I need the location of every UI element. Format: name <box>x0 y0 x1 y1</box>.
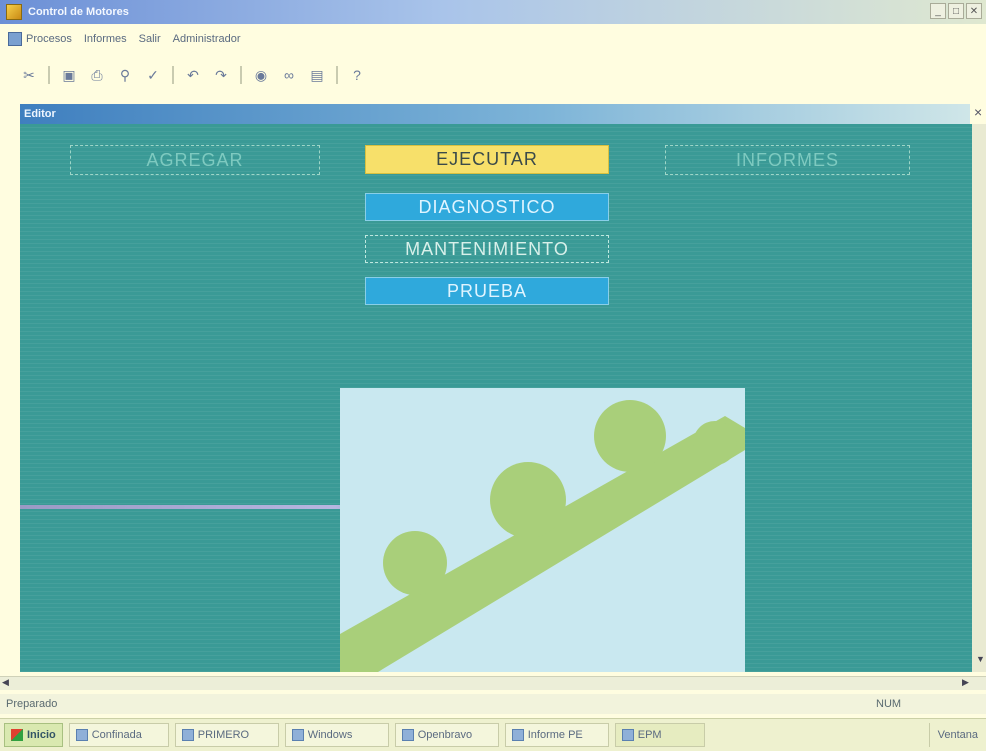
leaf-circle-4 <box>693 421 737 465</box>
menu-salir[interactable]: Salir <box>139 33 161 45</box>
prueba-button[interactable]: PRUEBA <box>365 277 609 305</box>
minimize-button[interactable]: _ <box>930 3 946 19</box>
tray-label: Ventana <box>937 729 978 741</box>
child-window-title-bar: Editor <box>20 104 970 124</box>
taskbar-item-informe[interactable]: Informe PE <box>504 723 609 747</box>
mantenimiento-button[interactable]: MANTENIMIENTO <box>365 235 609 263</box>
find-icon[interactable]: ◉ <box>252 66 270 84</box>
scroll-right-icon[interactable]: ▶ <box>962 677 969 688</box>
close-button[interactable]: ✕ <box>966 3 982 19</box>
cut-icon[interactable]: ✂ <box>20 66 38 84</box>
toolbar-separator <box>240 66 242 84</box>
taskbar-item-label: Windows <box>307 729 353 741</box>
folder-icon <box>291 729 304 741</box>
app-icon <box>621 729 634 741</box>
leaf-circle-1 <box>383 531 447 595</box>
agregar-button[interactable]: AGREGAR <box>70 145 320 175</box>
leaf-circle-2 <box>490 462 566 538</box>
taskbar-item-confinada[interactable]: Confinada <box>68 723 169 747</box>
system-tray: Ventana <box>928 723 986 747</box>
toolbar-separator <box>48 66 50 84</box>
ejecutar-button[interactable]: EJECUTAR <box>365 145 609 174</box>
taskbar-item-windows[interactable]: Windows <box>284 723 389 747</box>
document-icon <box>181 729 194 741</box>
taskbar-item-label: Openbravo <box>417 729 473 741</box>
decorative-graphic <box>340 388 745 672</box>
redo-icon[interactable]: ↷ <box>212 66 230 84</box>
status-bar: Preparado <box>0 694 986 714</box>
informes-button[interactable]: INFORMES <box>665 145 910 175</box>
toolbar-separator <box>172 66 174 84</box>
window-title: Control de Motores <box>28 6 129 18</box>
app-icon <box>401 729 414 741</box>
document-icon <box>511 729 524 741</box>
child-close-icon[interactable]: × <box>974 104 982 120</box>
horizontal-scrollbar[interactable] <box>0 676 986 690</box>
taskbar: Inicio Confinada PRIMERO Windows Openbra… <box>0 718 986 751</box>
chart-icon[interactable]: ▤ <box>308 66 326 84</box>
menu-administrador[interactable]: Administrador <box>173 33 241 45</box>
taskbar-item-primero[interactable]: PRIMERO <box>174 723 279 747</box>
taskbar-item-label: PRIMERO <box>197 729 250 741</box>
document-icon <box>8 32 22 46</box>
print-icon[interactable]: ⎙ <box>88 66 106 84</box>
window-controls: _ □ ✕ <box>930 3 982 19</box>
menu-procesos[interactable]: Procesos <box>26 33 72 45</box>
scroll-left-icon[interactable]: ◀ <box>2 677 9 688</box>
help-icon[interactable]: ? <box>348 66 366 84</box>
child-window-title: Editor <box>24 108 56 120</box>
taskbar-item-label: EPM <box>637 729 662 741</box>
main-panel: AGREGAR EJECUTAR INFORMES DIAGNOSTICO MA… <box>20 124 972 672</box>
diagnostico-button[interactable]: DIAGNOSTICO <box>365 193 609 221</box>
start-label: Inicio <box>27 729 56 741</box>
toolbar: ✂ ▣ ⎙ ⚲ ✓ ↶ ↷ ◉ ∞ ▤ ? <box>0 58 986 92</box>
spelling-icon[interactable]: ✓ <box>144 66 162 84</box>
menu-informes[interactable]: Informes <box>84 33 127 45</box>
windows-logo-icon <box>11 729 23 741</box>
taskbar-item-label: Informe PE <box>527 729 583 741</box>
menu-bar: Procesos Informes Salir Administrador <box>0 28 986 50</box>
start-button[interactable]: Inicio <box>4 723 63 747</box>
vertical-scrollbar[interactable] <box>972 124 986 672</box>
folder-icon <box>75 729 88 741</box>
taskbar-item-epm[interactable]: EPM <box>614 723 705 747</box>
toolbar-separator <box>336 66 338 84</box>
app-icon <box>6 4 22 20</box>
title-bar: Control de Motores _ □ ✕ <box>0 0 986 24</box>
leaf-circle-3 <box>594 400 666 472</box>
print-preview-icon[interactable]: ⚲ <box>116 66 134 84</box>
leaf-branch-illustration <box>340 388 745 672</box>
undo-icon[interactable]: ↶ <box>184 66 202 84</box>
num-lock-indicator: NUM <box>876 698 902 710</box>
taskbar-item-label: Confinada <box>91 729 142 741</box>
scroll-down-icon[interactable]: ▼ <box>976 654 985 664</box>
taskbar-item-openbravo[interactable]: Openbravo <box>394 723 499 747</box>
save-icon[interactable]: ▣ <box>60 66 78 84</box>
maximize-button[interactable]: □ <box>948 3 964 19</box>
status-text: Preparado <box>6 698 58 710</box>
hyperlink-icon[interactable]: ∞ <box>280 66 298 84</box>
